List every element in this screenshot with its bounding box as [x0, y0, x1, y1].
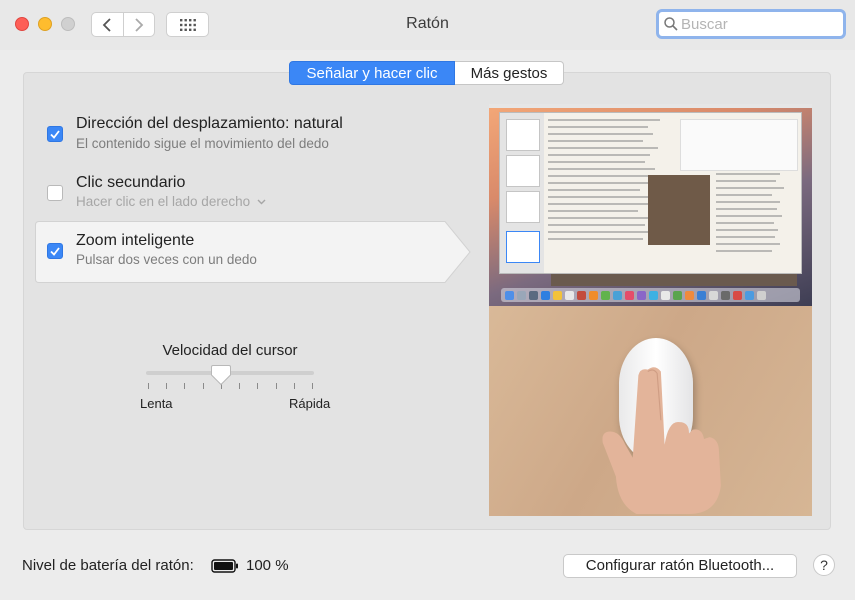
preview-thumbnail: [506, 231, 540, 263]
checkmark-icon: [50, 246, 60, 256]
slider-tick: [166, 383, 167, 389]
chevron-down-icon: [257, 199, 266, 205]
preview-thumbnail: [506, 155, 540, 187]
battery-icon: [211, 559, 238, 573]
option-smart-zoom[interactable]: Zoom inteligente Pulsar dos veces con un…: [36, 232, 470, 272]
preview-sidebar: [500, 113, 544, 273]
preview-screen: [489, 104, 812, 306]
slider-tick: [276, 383, 277, 389]
preview-menubar: [489, 104, 812, 108]
smart-zoom-checkbox[interactable]: [47, 243, 63, 259]
search-input[interactable]: [681, 15, 831, 33]
preview-hand: [602, 367, 721, 514]
tab-more-gestures[interactable]: Más gestos: [455, 61, 564, 85]
option-title: Clic secundario: [76, 174, 186, 191]
preview-document: [499, 112, 802, 274]
checkmark-icon: [50, 129, 60, 139]
preview-thumbnail: [506, 191, 540, 223]
tab-point-and-click[interactable]: Señalar y hacer clic: [289, 61, 455, 85]
slider-thumb[interactable]: [210, 364, 232, 386]
preview-thumbnail: [506, 119, 540, 151]
slider-tick: [294, 383, 295, 389]
option-title: Zoom inteligente: [76, 232, 195, 249]
slider-tick: [239, 383, 240, 389]
preview-desk: [489, 306, 812, 516]
preview-strip: [551, 274, 797, 286]
search-icon: [664, 17, 678, 31]
option-subtitle: Pulsar dos veces con un dedo: [76, 252, 257, 267]
preview-dock: [501, 288, 800, 302]
option-secondary-click[interactable]: Clic secundario Hacer clic en el lado de…: [36, 173, 470, 213]
slider-tick: [203, 383, 204, 389]
preview-text-column: [716, 173, 796, 261]
slider-tick: [257, 383, 258, 389]
help-button[interactable]: ?: [813, 554, 835, 576]
preview-table: [680, 119, 798, 171]
secondary-click-dropdown[interactable]: Hacer clic en el lado derecho: [76, 194, 266, 209]
slider-min-label: Lenta: [140, 396, 173, 411]
search-field[interactable]: [656, 9, 846, 39]
secondary-click-checkbox[interactable]: [47, 185, 63, 201]
setup-bluetooth-mouse-button[interactable]: Configurar ratón Bluetooth...: [563, 554, 797, 578]
slider-tick: [148, 383, 149, 389]
title-bar: Ratón: [0, 0, 855, 50]
option-subtitle: Hacer clic en el lado derecho: [76, 194, 251, 209]
battery-level-value: 100 %: [246, 557, 289, 574]
slider-tick: [184, 383, 185, 389]
scroll-direction-checkbox[interactable]: [47, 126, 63, 142]
tracking-speed-label: Velocidad del cursor: [162, 342, 298, 359]
battery-level-label: Nivel de batería del ratón:: [22, 557, 194, 574]
tab-bar: Señalar y hacer clic Más gestos: [289, 61, 564, 85]
gesture-preview-video: [489, 104, 812, 516]
option-scroll-direction[interactable]: Dirección del desplazamiento: natural El…: [36, 114, 470, 154]
slider-tick: [312, 383, 313, 389]
option-title: Dirección del desplazamiento: natural: [76, 115, 343, 132]
slider-max-label: Rápida: [289, 396, 331, 411]
preview-photo: [648, 175, 710, 245]
option-subtitle: El contenido sigue el movimiento del ded…: [76, 136, 329, 151]
